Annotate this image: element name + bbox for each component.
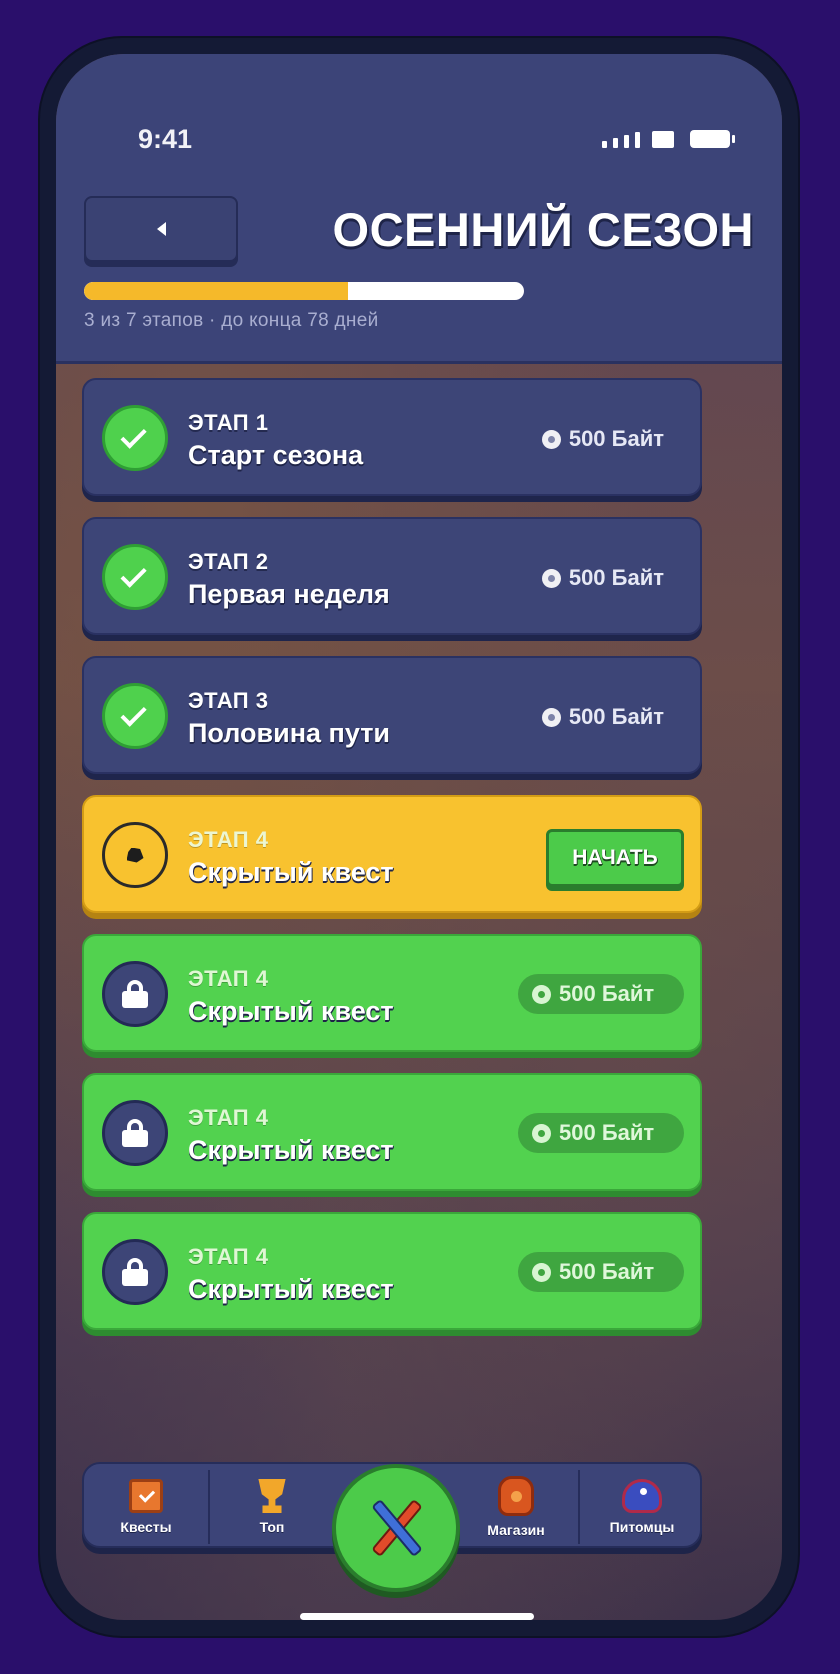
check-icon (102, 683, 168, 749)
stage-card-2[interactable]: ЭТАП 2 Первая неделя 500 Байт (82, 517, 702, 635)
phone-frame: 9:41 ОСЕННИЙ СЕЗОН 3 из 7 этапов · до ко… (40, 38, 798, 1636)
stage-name: Половина пути (188, 718, 391, 748)
lock-icon (102, 1239, 168, 1305)
chevron-left-icon (156, 222, 166, 236)
progress-caption: 3 из 7 этапов · до конца 78 дней (84, 310, 379, 331)
stage-reward: 500 Байт (518, 1113, 684, 1153)
coin-icon (532, 984, 551, 1004)
mystery-rock-icon (102, 822, 168, 888)
reward-amount: 500 Байт (568, 704, 664, 729)
stage-name: Старт сезона (188, 440, 364, 470)
coin-icon (541, 568, 561, 588)
stage-card-locked[interactable]: ЭТАП 4 Скрытый квест 500 Байт (82, 1073, 702, 1191)
stage-number: ЭТАП 4 (188, 966, 269, 991)
app-screen: 9:41 ОСЕННИЙ СЕЗОН 3 из 7 этапов · до ко… (56, 54, 782, 1620)
calendar-check-icon (129, 1479, 163, 1513)
stage-reward: 500 Байт (518, 974, 684, 1014)
stage-name: Скрытый квест (188, 857, 394, 887)
back-button[interactable] (84, 196, 238, 262)
stage-card-3[interactable]: ЭТАП 3 Половина пути 500 Байт (82, 656, 702, 774)
stage-number: ЭТАП 4 (188, 1105, 269, 1130)
tab-label: Квесты (120, 1519, 172, 1535)
start-button[interactable]: НАЧАТЬ (546, 829, 684, 887)
tab-label: Магазин (487, 1522, 545, 1538)
tab-shop[interactable]: Магазин (454, 1464, 578, 1550)
status-time: 9:41 (138, 124, 193, 154)
status-icons (602, 130, 735, 148)
signal-icon (602, 141, 607, 148)
tab-pets[interactable]: Питомцы (580, 1464, 704, 1550)
wifi-icon (652, 131, 674, 148)
stage-name: Скрытый квест (188, 996, 394, 1026)
stage-number: ЭТАП 4 (188, 827, 269, 852)
tab-top[interactable]: Топ (210, 1464, 334, 1550)
season-progress-fill (84, 282, 348, 300)
trophy-icon (258, 1479, 286, 1513)
bag-icon (498, 1476, 534, 1516)
lock-icon (102, 1100, 168, 1166)
reward-amount: 500 Байт (559, 1259, 655, 1284)
coin-icon (541, 429, 561, 449)
stage-card-locked[interactable]: ЭТАП 4 Скрытый квест 500 Байт (82, 1212, 702, 1330)
reward-amount: 500 Байт (568, 565, 664, 590)
stage-reward: 500 Байт (518, 1252, 684, 1292)
pet-icon (622, 1479, 662, 1513)
crossed-swords-icon (361, 1493, 431, 1563)
stage-number: ЭТАП 3 (188, 688, 269, 713)
stage-name: Скрытый квест (188, 1274, 394, 1304)
coin-icon (532, 1123, 551, 1143)
check-icon (102, 544, 168, 610)
battle-button[interactable] (332, 1464, 460, 1592)
stage-name: Скрытый квест (188, 1135, 394, 1165)
page-title: ОСЕННИЙ СЕЗОН (332, 203, 754, 256)
battery-icon (690, 130, 735, 148)
stage-number: ЭТАП 4 (188, 1244, 269, 1269)
stage-number: ЭТАП 1 (188, 410, 269, 435)
stage-reward: 500 Байт (541, 565, 664, 591)
tab-quests[interactable]: Квесты (84, 1464, 208, 1550)
home-indicator[interactable] (300, 1613, 534, 1620)
stage-name: Первая неделя (188, 579, 390, 609)
stage-reward: 500 Байт (541, 426, 664, 452)
stage-list: ЭТАП 1 Старт сезона 500 Байт ЭТАП 2 Перв… (82, 378, 702, 1351)
reward-amount: 500 Байт (559, 1120, 655, 1145)
lock-icon (102, 961, 168, 1027)
check-icon (102, 405, 168, 471)
stage-card-locked[interactable]: ЭТАП 4 Скрытый квест 500 Байт (82, 934, 702, 1052)
stage-reward: 500 Байт (541, 704, 664, 730)
coin-icon (541, 707, 561, 727)
reward-amount: 500 Байт (559, 981, 655, 1006)
stage-card-4-active[interactable]: ЭТАП 4 Скрытый квест НАЧАТЬ (82, 795, 702, 913)
reward-amount: 500 Байт (568, 426, 664, 451)
tab-label: Питомцы (609, 1519, 675, 1535)
stage-card-1[interactable]: ЭТАП 1 Старт сезона 500 Байт (82, 378, 702, 496)
season-progress-bar (84, 282, 524, 300)
coin-icon (532, 1262, 551, 1282)
stage-number: ЭТАП 2 (188, 549, 269, 574)
header: 9:41 ОСЕННИЙ СЕЗОН 3 из 7 этапов · до ко… (56, 54, 782, 364)
tab-label: Топ (259, 1519, 285, 1535)
